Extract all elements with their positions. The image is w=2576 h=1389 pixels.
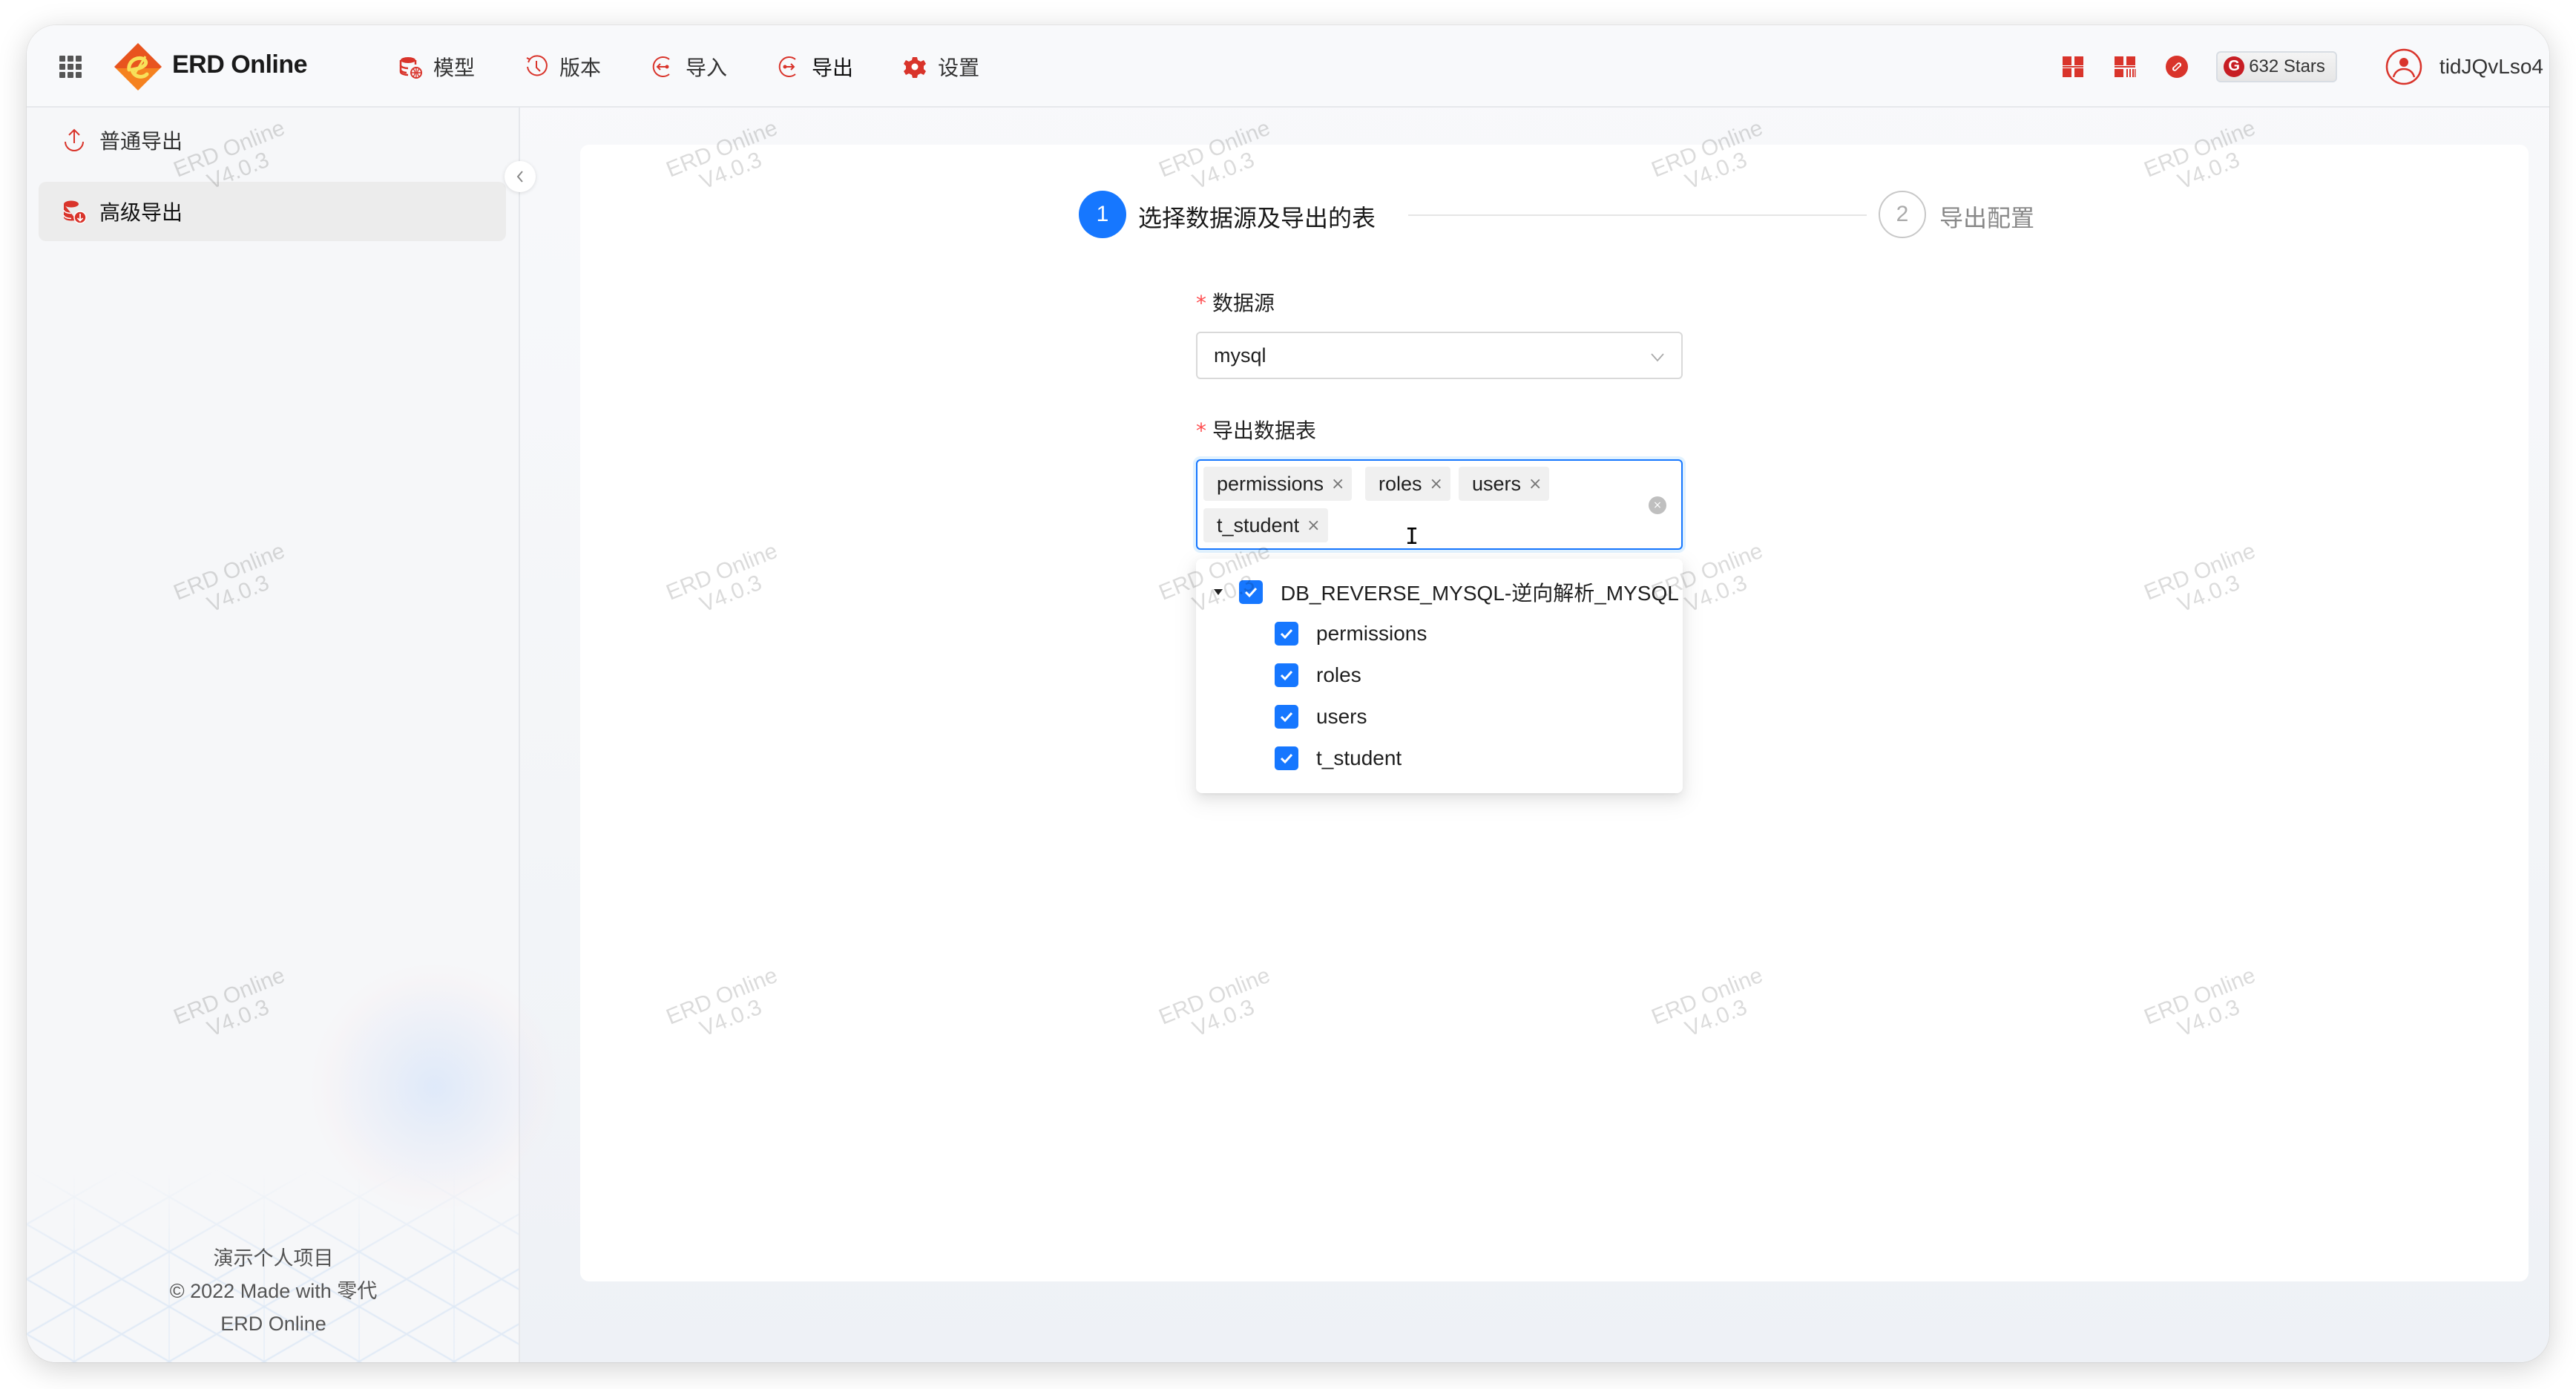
user-menu[interactable]: tidJQvLso4 <box>2385 47 2543 86</box>
tree-node-label: DB_REVERSE_MYSQL-逆向解析_MYSQL <box>1281 582 1679 605</box>
user-avatar-icon <box>2385 48 2422 85</box>
upload-icon <box>65 128 84 151</box>
database-export-icon <box>63 200 87 224</box>
app-window: ERD Online 模型 版本 导入 导出 设置 G 632 Stars ti… <box>27 25 2549 1362</box>
nav-item-model[interactable]: 模型 <box>398 52 475 82</box>
tag-label: roles <box>1379 472 1422 495</box>
gear-icon <box>904 56 927 78</box>
nav-label: 模型 <box>433 56 476 79</box>
required-mark: * <box>1196 291 1206 315</box>
step-connector <box>1408 214 1867 216</box>
tree-child-node[interactable]: t_student <box>1275 740 1402 777</box>
tables-multiselect[interactable]: permissions × roles × users × t_student … <box>1196 459 1683 550</box>
nav-label: 导入 <box>686 56 728 79</box>
label-text: 导出数据表 <box>1212 419 1317 442</box>
footer-project: 演示个人项目 <box>213 1247 334 1270</box>
username: tidJQvLso4 <box>2439 54 2543 78</box>
nav-item-settings[interactable]: 设置 <box>902 52 979 82</box>
tag-label: t_student <box>1217 513 1300 536</box>
nav-item-export[interactable]: 导出 <box>776 52 853 82</box>
step-2-number: 2 <box>1879 191 1926 238</box>
collapse-sidebar-button[interactable] <box>505 161 536 192</box>
footer-copyright: © 2022 Made with 零代 <box>169 1280 378 1302</box>
database-globe-icon <box>399 56 422 79</box>
history-icon <box>526 54 548 76</box>
tag-label: users <box>1472 472 1522 495</box>
checkbox-checked[interactable] <box>1239 580 1263 604</box>
checkbox-checked[interactable] <box>1275 746 1298 770</box>
datasource-label: * 数据源 <box>1196 287 1275 317</box>
step-1-title: 选择数据源及导出的表 <box>1138 205 1376 232</box>
selected-tag: users × <box>1459 467 1550 501</box>
clear-selection-icon[interactable]: × <box>1649 496 1666 514</box>
export-icon <box>778 56 796 77</box>
caret-down-icon[interactable] <box>1211 585 1226 600</box>
qrcode-icon[interactable] <box>2060 54 2086 79</box>
tree-node-label: roles <box>1316 663 1361 686</box>
text-cursor-icon: I <box>1405 524 1419 550</box>
github-stars-button[interactable]: G 632 Stars <box>2216 50 2337 82</box>
tree-root-node[interactable]: DB_REVERSE_MYSQL-逆向解析_MYSQL <box>1211 574 1679 611</box>
footer-app-name: ERD Online <box>220 1313 326 1335</box>
tables-label: * 导出数据表 <box>1196 415 1316 444</box>
datasource-select[interactable]: mysql <box>1196 332 1683 379</box>
main-content: 1 选择数据源及导出的表 2 导出配置 * 数据源 mysql * 导出数据表 pe… <box>580 145 2529 1281</box>
tree-dropdown: DB_REVERSE_MYSQL-逆向解析_MYSQL permissions … <box>1196 559 1683 793</box>
nav-item-version[interactable]: 版本 <box>524 52 601 82</box>
chevron-down-icon <box>1651 353 1664 362</box>
stars-count: 632 Stars <box>2249 56 2325 76</box>
tree-child-node[interactable]: permissions <box>1275 615 1427 652</box>
sidebar-item-label: 高级导出 <box>99 201 183 224</box>
header-right: G 632 Stars tidJQvLso4 <box>2060 25 2549 108</box>
tag-close-icon[interactable]: × <box>1430 475 1443 493</box>
sidebar-item-label: 普通导出 <box>99 130 183 153</box>
checkbox-checked[interactable] <box>1275 705 1298 729</box>
tree-child-node[interactable]: roles <box>1275 657 1361 694</box>
nav-item-import[interactable]: 导入 <box>650 52 727 82</box>
barcode-qr-icon[interactable] <box>2112 54 2138 79</box>
app-name: ERD Online <box>172 50 308 79</box>
erd-logo-icon <box>114 43 162 91</box>
tag-close-icon[interactable]: × <box>1331 475 1344 493</box>
chevron-left-icon <box>516 171 523 183</box>
apps-grid-icon[interactable] <box>59 56 82 78</box>
main-nav: 模型 版本 导入 导出 设置 <box>398 25 1028 108</box>
step-1-number: 1 <box>1079 191 1126 238</box>
datasource-value: mysql <box>1214 344 1266 367</box>
required-mark: * <box>1196 418 1206 443</box>
sidebar-footer: 演示个人项目 © 2022 Made with 零代 ERD Online <box>27 1242 520 1340</box>
nav-label: 设置 <box>938 56 980 79</box>
tag-label: permissions <box>1217 472 1324 495</box>
tree-child-node[interactable]: users <box>1275 698 1367 735</box>
sidebar: 普通导出 高级导出 演示个人项目 © 2022 Made with 零代 ERD… <box>27 108 561 1362</box>
tag-close-icon[interactable]: × <box>1528 475 1542 493</box>
selected-tag: roles × <box>1365 467 1450 501</box>
selected-tag: t_student × <box>1203 508 1328 542</box>
selected-tag: permissions × <box>1203 467 1353 501</box>
sidebar-item-advanced-export[interactable]: 高级导出 <box>39 182 506 241</box>
link-icon[interactable] <box>2164 54 2189 79</box>
nav-label: 导出 <box>812 56 854 79</box>
tree-node-label: permissions <box>1316 622 1427 645</box>
top-header: ERD Online 模型 版本 导入 导出 设置 G 632 Stars ti… <box>27 25 2549 108</box>
tree-node-label: t_student <box>1316 746 1402 769</box>
nav-label: 版本 <box>559 56 602 79</box>
import-icon <box>652 56 670 77</box>
tree-node-label: users <box>1316 705 1367 728</box>
label-text: 数据源 <box>1212 292 1275 315</box>
checkbox-checked[interactable] <box>1275 663 1298 687</box>
sidebar-item-normal-export[interactable]: 普通导出 <box>39 111 506 170</box>
tag-close-icon[interactable]: × <box>1307 516 1320 535</box>
steps: 1 选择数据源及导出的表 2 导出配置 <box>1079 191 2069 238</box>
checkbox-checked[interactable] <box>1275 622 1298 646</box>
step-2-title: 导出配置 <box>1939 205 2035 232</box>
gitee-icon: G <box>2224 56 2245 77</box>
